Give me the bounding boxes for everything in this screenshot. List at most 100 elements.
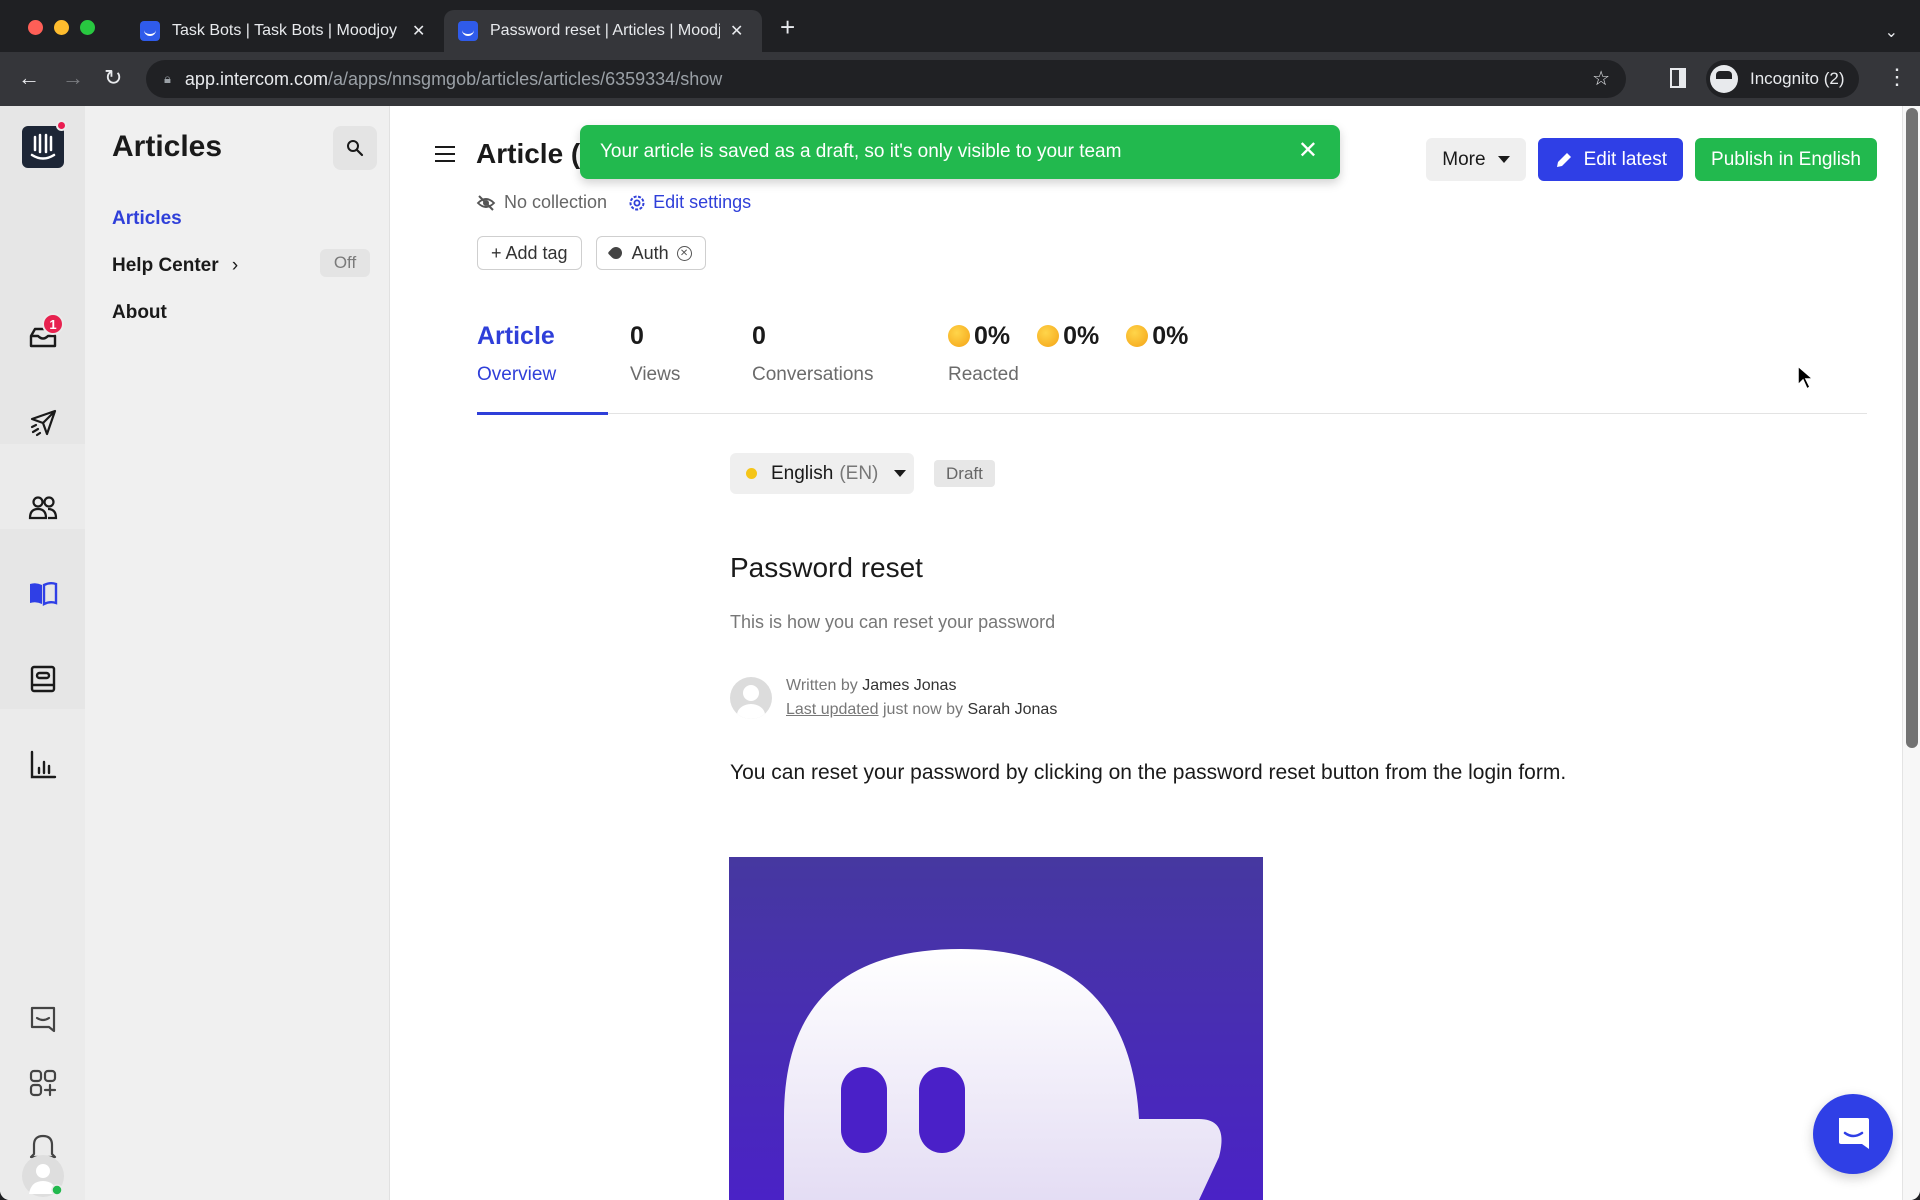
close-window-button[interactable]: [28, 20, 43, 35]
rail-item-contacts[interactable]: [0, 465, 85, 551]
reaction-happy: 0%: [948, 322, 1010, 351]
active-tab-indicator: [477, 412, 608, 415]
article-description: This is how you can reset your password: [730, 612, 1056, 632]
url-path: /a/apps/nnsgmgob/articles/articles/63593…: [327, 68, 723, 89]
edit-latest-label: Edit latest: [1583, 148, 1668, 170]
messenger-launcher-button[interactable]: [1813, 1094, 1893, 1174]
eye-off-icon: [476, 194, 496, 211]
edit-settings-link[interactable]: Edit settings: [653, 192, 751, 213]
gear-icon[interactable]: [627, 193, 647, 213]
stat-value: Article: [477, 322, 555, 350]
bookmark-star-icon[interactable]: ☆: [1592, 66, 1610, 91]
search-icon: [347, 140, 364, 157]
edit-latest-button[interactable]: Edit latest: [1537, 138, 1684, 181]
tag-chip: Auth ✕: [595, 236, 706, 270]
collection-label: No collection: [504, 192, 608, 212]
status-badge: Draft: [934, 460, 995, 487]
sidebar-item-help-center[interactable]: Help Center ›: [112, 255, 238, 277]
browser-menu-icon[interactable]: ⋮: [1886, 66, 1908, 88]
address-bar[interactable]: 🔒︎ app.intercom.com/a/apps/nnsgmgob/arti…: [146, 60, 1626, 98]
intercom-logo[interactable]: [22, 126, 64, 168]
new-tab-button[interactable]: +: [780, 14, 795, 40]
more-button[interactable]: More: [1426, 138, 1526, 181]
hamburger-menu-icon[interactable]: [435, 146, 455, 162]
maximize-window-button[interactable]: [80, 20, 95, 35]
article-stats-tabs: Article Overview 0 Views 0 Conversations…: [477, 322, 1867, 415]
tab-conversations[interactable]: 0 Conversations: [752, 322, 873, 386]
tag-label: Auth: [631, 242, 669, 263]
browser-toolbar: ← → ↻ 🔒︎ app.intercom.com/a/apps/nnsgmgo…: [0, 52, 1920, 106]
rail-item-inbox[interactable]: 1: [0, 294, 85, 380]
tag-icon: [607, 244, 625, 262]
language-label: English: [771, 462, 834, 484]
last-updated-link[interactable]: Last updated: [786, 701, 879, 718]
caret-down-icon: [894, 470, 907, 477]
article-body: You can reset your password by clicking …: [730, 761, 1567, 784]
intercom-favicon-icon: [458, 21, 478, 41]
page-scrollbar[interactable]: [1902, 106, 1920, 1200]
author-name: James Jonas: [862, 677, 957, 694]
rail-item-articles[interactable]: [0, 550, 85, 636]
publish-button[interactable]: Publish in English: [1695, 138, 1877, 181]
sidebar-title: Articles: [112, 130, 223, 163]
happy-face-icon: [948, 325, 970, 347]
paper-plane-icon: [30, 409, 56, 437]
close-tab-icon[interactable]: ✕: [412, 21, 425, 41]
notification-dot: [56, 120, 67, 131]
bar-chart-icon: [30, 750, 56, 779]
incognito-icon: [1710, 65, 1738, 93]
tab-title: Password reset | Articles | Moodjoy: [490, 22, 720, 39]
ghost-mascot-image: [784, 949, 1222, 1200]
scrollbar-thumb[interactable]: [1906, 108, 1918, 748]
article-meta: No collection Edit settings: [476, 192, 751, 213]
contacts-icon: [28, 496, 57, 520]
side-panel-icon[interactable]: [1670, 68, 1686, 88]
close-tab-icon[interactable]: ✕: [730, 21, 743, 41]
updated-by-name: Sarah Jonas: [967, 701, 1058, 718]
sad-face-icon: [1126, 325, 1149, 347]
language-code: (EN): [839, 462, 879, 484]
forward-arrow-icon[interactable]: →: [62, 66, 84, 90]
stat-value: 0: [630, 322, 644, 350]
incognito-profile-button[interactable]: Incognito (2): [1706, 60, 1859, 98]
browser-tab-strip: Task Bots | Task Bots | Moodjoy ✕ Passwo…: [0, 0, 1920, 52]
sidebar-item-articles[interactable]: Articles: [112, 208, 182, 230]
tab-search-chevron-icon[interactable]: ⌄: [1885, 22, 1898, 42]
rail-item-outbound[interactable]: [0, 379, 85, 465]
rail-item-reports[interactable]: [0, 722, 85, 808]
article-image: [729, 857, 1263, 1200]
tab-views[interactable]: 0 Views: [630, 322, 680, 386]
browser-tab[interactable]: Task Bots | Task Bots | Moodjoy ✕: [126, 10, 439, 52]
remove-tag-icon[interactable]: ✕: [676, 245, 692, 261]
sidebar-item-about[interactable]: About: [112, 302, 167, 324]
book-open-icon: [29, 582, 57, 606]
lock-icon: 🔒︎: [164, 71, 171, 86]
tab-overview[interactable]: Article Overview: [477, 322, 556, 386]
reload-icon[interactable]: ↻: [104, 66, 122, 90]
minimize-window-button[interactable]: [54, 20, 69, 35]
rail-item-profile[interactable]: [0, 1152, 85, 1200]
author-avatar: [730, 677, 772, 719]
sidebar-search-button[interactable]: [333, 126, 377, 170]
neutral-face-icon: [1037, 325, 1060, 347]
articles-sidebar: Articles Articles Help Center › Off Abou…: [85, 106, 390, 1200]
back-arrow-icon[interactable]: ←: [18, 66, 40, 90]
rail-item-knowledge[interactable]: [0, 636, 85, 722]
toast-message: Your article is saved as a draft, so it'…: [600, 141, 1122, 162]
stat-label: Reacted: [948, 364, 1019, 385]
sidebar-item-label: Help Center: [112, 255, 219, 276]
add-tag-button[interactable]: + Add tag: [477, 236, 582, 270]
knowledge-book-icon: [30, 665, 55, 693]
browser-tab-active[interactable]: Password reset | Articles | Moodjoy ✕: [444, 10, 762, 52]
intercom-favicon-icon: [140, 21, 160, 41]
url-host: app.intercom.com: [184, 68, 328, 89]
language-select[interactable]: English (EN): [730, 453, 914, 494]
article-main: Article ( Your article is saved as a dra…: [391, 106, 1902, 1200]
article-title: Password reset: [730, 552, 923, 583]
page-title: Article (: [476, 138, 581, 169]
close-toast-icon[interactable]: ✕: [1298, 139, 1318, 163]
inbox-badge: 1: [42, 313, 64, 335]
tab-reactions[interactable]: 0% 0% 0% Reacted: [948, 322, 1208, 386]
reaction-sad: 0%: [1126, 322, 1188, 351]
help-center-status-badge: Off: [320, 249, 370, 277]
